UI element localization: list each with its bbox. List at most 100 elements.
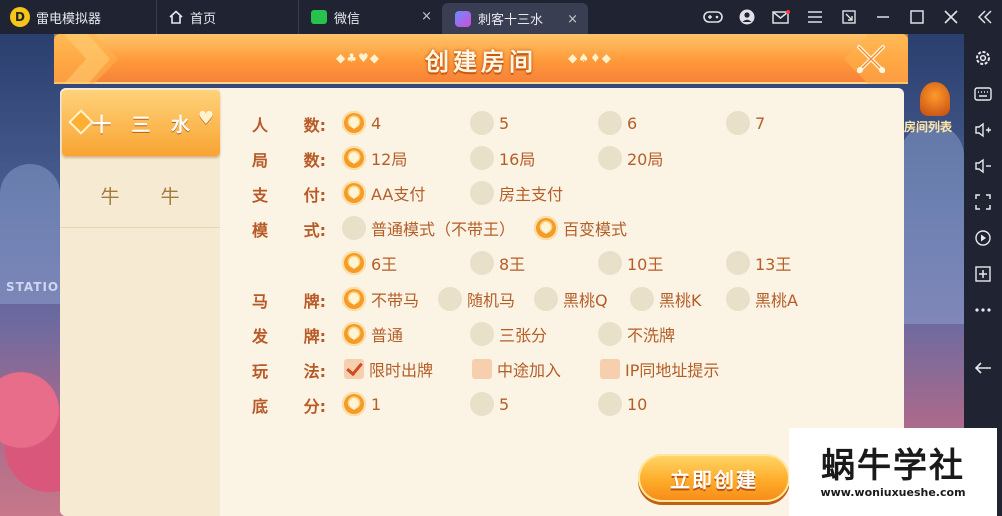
mail-icon[interactable] [764,0,798,34]
label-char: 支 [252,186,269,205]
tab-thirteen-water[interactable]: 十 三 水 ♥ [62,90,220,156]
radio-option[interactable]: 三张分 [470,321,547,347]
option-row-rounds: 局 数: 12局 16局 20局 [228,143,904,173]
option-label: 底 分: [252,393,326,417]
radio-option[interactable]: 20局 [598,145,663,171]
label-char: 式 [303,221,320,240]
checkbox-option[interactable]: 限时出牌 [342,356,433,382]
close-window-icon[interactable] [934,0,968,34]
gamepad-icon[interactable] [696,0,730,34]
option-row-mode: 模 式: 普通模式（不带王） 百变模式 [228,213,904,243]
radio-option-label: 百变模式 [563,220,628,239]
radio-option[interactable]: 5 [470,110,509,136]
volume-up-icon[interactable] [964,112,1002,148]
radio-selected-icon [342,392,366,416]
radio-option-label: 8王 [499,255,526,274]
radio-option[interactable]: 5 [470,391,509,417]
label-char: 发 [252,327,269,346]
radio-icon [470,146,494,170]
radio-option[interactable]: 黑桃Q [534,286,608,312]
radio-selected-icon [534,216,558,240]
radio-option[interactable]: 不带马 [342,286,419,312]
create-room-dialog: ◆♣♥◆ 创建房间 ◆♠♦◆ 十 三 水 ♥ 牛 牛 人 数: 4 5 6 7 … [54,34,908,516]
checkbox-option[interactable]: 中途加入 [470,356,561,382]
radio-icon [598,146,622,170]
back-arrow-icon[interactable] [964,350,1002,386]
create-room-button[interactable]: 立即创建 [638,454,790,502]
radio-option[interactable]: 8王 [470,250,525,276]
option-row-deal: 发 牌: 普通 三张分 不洗牌 [228,319,904,349]
title-decoration-right: ◆♠♦◆ [568,51,612,65]
settings-gear-icon[interactable] [964,40,1002,76]
radio-option-label: 10王 [627,255,664,274]
dialog-header: ◆♣♥◆ 创建房间 ◆♠♦◆ [54,34,908,84]
label-char: 数 [303,151,320,170]
radio-option[interactable]: 7 [726,110,765,136]
more-options-icon[interactable] [964,292,1002,328]
minimize-icon[interactable] [866,0,900,34]
radio-icon [470,181,494,205]
room-list-button[interactable]: 房间列表 [904,82,962,138]
radio-option[interactable]: 6王 [342,250,397,276]
fullscreen-icon[interactable] [964,184,1002,220]
radio-option[interactable]: 16局 [470,145,535,171]
room-list-label: 房间列表 [904,120,953,134]
label-colon: : [319,186,326,205]
radio-option[interactable]: 4 [342,110,381,136]
tab-wechat[interactable]: 微信 × [298,0,442,34]
radio-icon [598,111,622,135]
close-tab-icon[interactable]: × [421,9,432,24]
collapse-sidebar-icon[interactable] [968,0,1002,34]
account-icon[interactable] [730,0,764,34]
radio-option[interactable]: 普通 [342,321,403,347]
label-char: 马 [252,292,269,311]
label-colon: : [319,362,326,381]
game-type-tabs: 十 三 水 ♥ 牛 牛 [60,88,220,516]
radio-option[interactable]: 10王 [598,250,663,276]
radio-icon [470,111,494,135]
tab-game[interactable]: 刺客十三水 × [442,3,588,34]
radio-option[interactable]: 黑桃K [630,286,702,312]
radio-option-label: 三张分 [499,326,548,345]
menu-icon[interactable] [798,0,832,34]
radio-option-label: 普通 [371,326,404,345]
radio-option[interactable]: 房主支付 [470,180,563,206]
radio-option[interactable]: 普通模式（不带王） [342,215,515,241]
radio-icon [470,322,494,346]
shrink-window-icon[interactable] [832,0,866,34]
radio-option-label: 随机马 [467,291,516,310]
radio-option[interactable]: 6 [598,110,637,136]
close-tab-icon[interactable]: × [567,12,578,27]
radio-selected-icon [342,287,366,311]
radio-option[interactable]: 黑桃A [726,286,798,312]
checkbox-option[interactable]: IP同地址提示 [598,356,719,382]
label-char: 数 [303,116,320,135]
radio-option[interactable]: 百变模式 [534,215,627,241]
radio-option[interactable]: 10 [598,391,647,417]
volume-down-icon[interactable] [964,148,1002,184]
radio-option[interactable]: 13王 [726,250,791,276]
radio-option[interactable]: 不洗牌 [598,321,675,347]
maximize-icon[interactable] [900,0,934,34]
checkbox-icon [472,359,492,379]
tab-niuniu[interactable]: 牛 牛 [60,164,220,228]
record-macro-icon[interactable] [964,220,1002,256]
label-colon: : [319,116,326,135]
radio-option[interactable]: 12局 [342,145,407,171]
radio-icon [726,287,750,311]
radio-option-label: 6 [627,113,638,133]
home-icon [169,10,183,24]
keyboard-icon[interactable] [964,76,1002,112]
radio-option[interactable]: 随机马 [438,286,515,312]
close-dialog-button[interactable] [850,40,892,78]
add-apk-icon[interactable] [964,256,1002,292]
watermark: 蜗牛学社 www.woniuxueshe.com [789,428,997,516]
radio-option-label: 4 [371,113,382,133]
label-char: 模 [252,221,269,240]
label-char: 法 [303,362,320,381]
radio-option[interactable]: 1 [342,391,381,417]
label-char: 付 [303,186,320,205]
tab-home[interactable]: 首页 [156,0,298,34]
tab-thirteen-water-char: 三 [131,113,151,136]
radio-option[interactable]: AA支付 [342,180,425,206]
